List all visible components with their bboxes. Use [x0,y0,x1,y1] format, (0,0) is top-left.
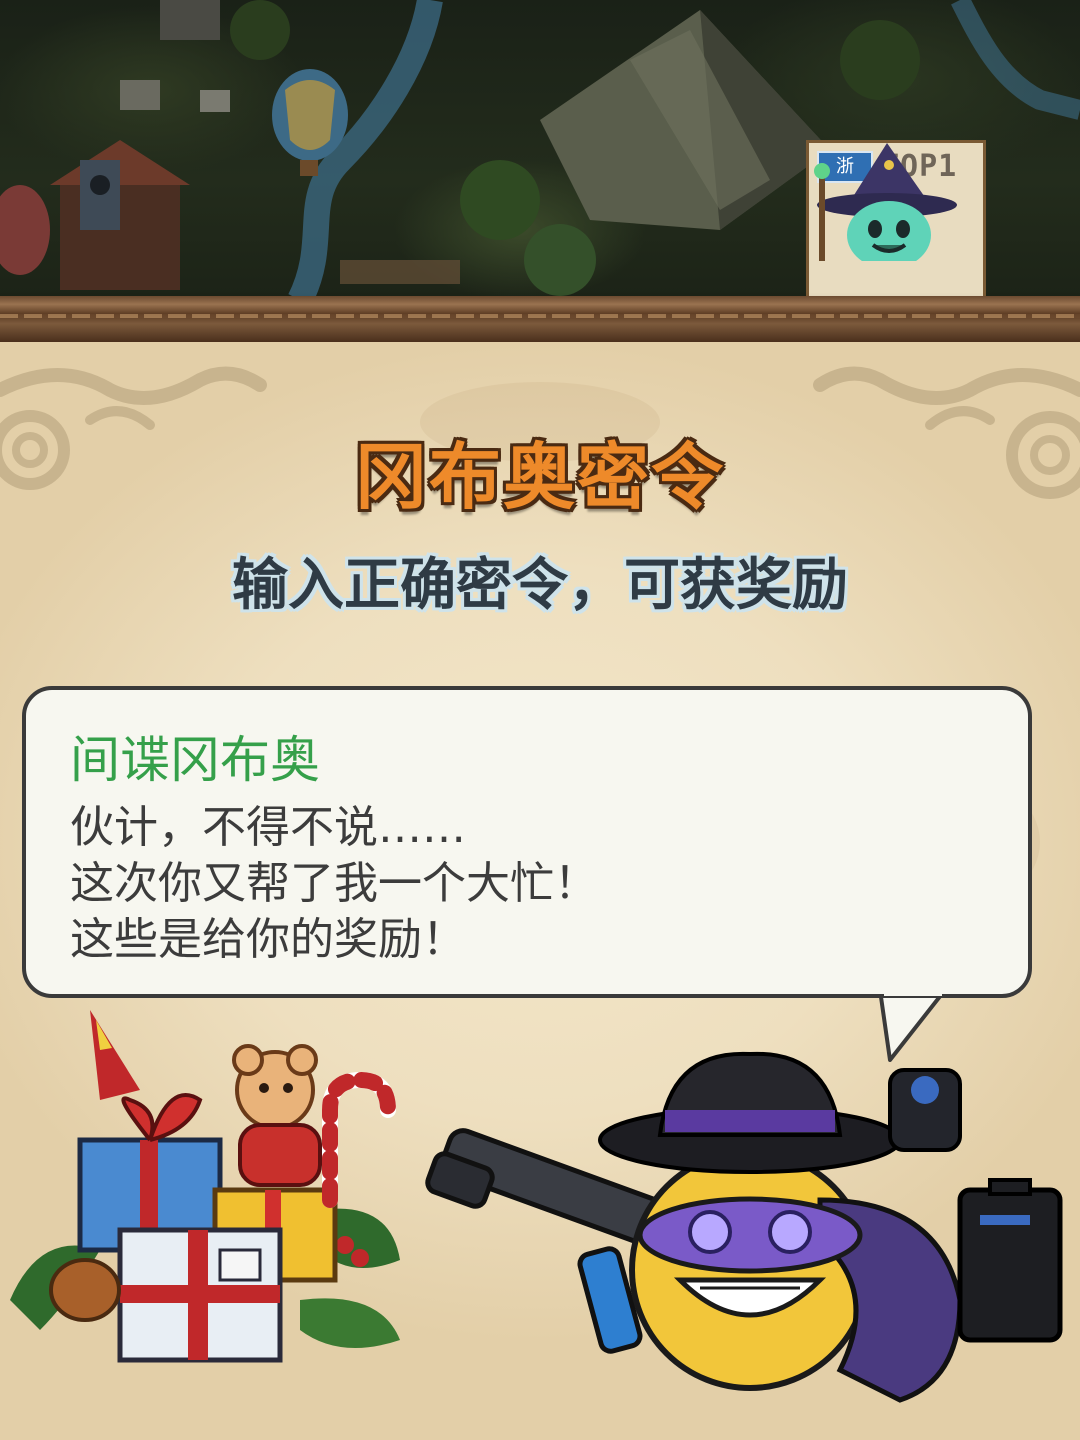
spy-gumball-character-icon [425,1051,1063,1403]
dialog-line: 伙计，不得不说…… [70,802,466,853]
speech-bubble[interactable]: 间谍冈布奥 伙计，不得不说…… 这次你又帮了我一个大忙！ 这些是给你的奖励！ [22,686,1032,998]
dialog-line: 这些是给你的奖励！ [70,914,466,965]
speaker-name: 间谍冈布奥 [70,731,320,789]
world-map[interactable]: 浙 TOP1 [0,0,1080,300]
game-screen: 浙 TOP1 冈布奥密令 输入正确密令，可获奖励 间谍冈布奥 伙计，不得不说……… [0,0,1080,1440]
panel-title: 冈布奥密令 [354,435,725,519]
panel-top-frame [0,296,1080,342]
panel-subtitle: 输入正确密令，可获奖励 [232,553,848,618]
dialog-text: 伙计，不得不说…… 这次你又帮了我一个大忙！ 这些是给你的奖励！ [70,800,598,968]
wizard-avatar-icon [814,143,957,261]
gift-pile-reward-icon[interactable] [0,1000,420,1400]
leaderboard-top1-board[interactable]: 浙 TOP1 [806,140,986,300]
bubble-tail-seam [884,990,942,996]
dialog-line: 这次你又帮了我一个大忙！ [70,858,598,909]
